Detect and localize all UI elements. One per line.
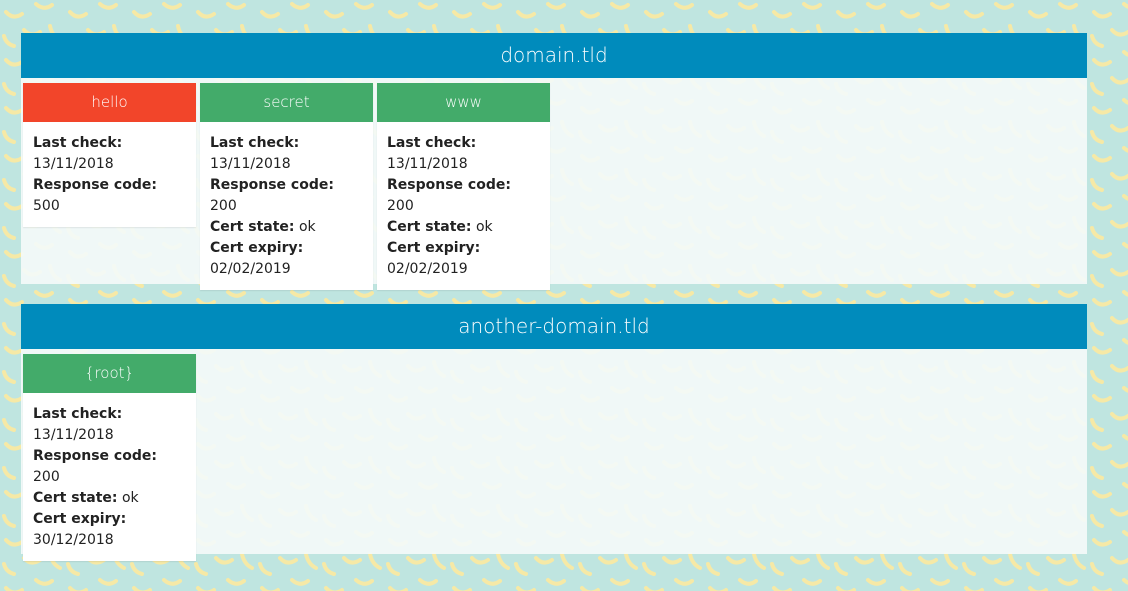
response-code-value: 200 — [33, 469, 60, 485]
subdomain-name: hello — [23, 83, 196, 122]
subdomain-card-root[interactable]: {root} Last check: 13/11/2018 Response c… — [23, 354, 196, 561]
subdomain-name: www — [377, 83, 550, 122]
last-check-label: Last check: — [210, 135, 300, 151]
last-check-value: 13/11/2018 — [387, 156, 468, 172]
cert-state-label: Cert state: — [33, 490, 118, 506]
last-check-value: 13/11/2018 — [210, 156, 291, 172]
cert-expiry-value: 02/02/2019 — [210, 261, 291, 277]
cert-state-value: ok — [121, 490, 139, 506]
response-code-label: Response code: — [33, 448, 157, 464]
last-check-label: Last check: — [387, 135, 477, 151]
response-code-value: 200 — [387, 198, 414, 214]
domain-title: domain.tld — [21, 33, 1087, 78]
subdomain-card-secret[interactable]: secret Last check: 13/11/2018 Response c… — [200, 83, 373, 290]
response-code-value: 500 — [33, 198, 60, 214]
subdomain-details: Last check: 13/11/2018 Response code: 20… — [200, 122, 373, 290]
cert-state-value: ok — [475, 219, 493, 235]
last-check-value: 13/11/2018 — [33, 427, 114, 443]
subdomain-card-www[interactable]: www Last check: 13/11/2018 Response code… — [377, 83, 550, 290]
subdomain-details: Last check: 13/11/2018 Response code: 20… — [377, 122, 550, 290]
last-check-label: Last check: — [33, 406, 123, 422]
domain-section: domain.tld hello Last check: 13/11/2018 … — [21, 33, 1087, 290]
subdomain-cards: hello Last check: 13/11/2018 Response co… — [21, 78, 1087, 290]
response-code-label: Response code: — [210, 177, 334, 193]
response-code-value: 200 — [210, 198, 237, 214]
cert-expiry-label: Cert expiry: — [387, 240, 481, 256]
cert-state-label: Cert state: — [210, 219, 295, 235]
subdomain-card-hello[interactable]: hello Last check: 13/11/2018 Response co… — [23, 83, 196, 227]
cert-expiry-value: 02/02/2019 — [387, 261, 468, 277]
subdomain-name: secret — [200, 83, 373, 122]
cert-expiry-label: Cert expiry: — [210, 240, 304, 256]
last-check-label: Last check: — [33, 135, 123, 151]
cert-expiry-value: 30/12/2018 — [33, 532, 114, 548]
response-code-label: Response code: — [387, 177, 511, 193]
subdomain-name: {root} — [23, 354, 196, 393]
subdomain-details: Last check: 13/11/2018 Response code: 20… — [23, 393, 196, 561]
cert-expiry-label: Cert expiry: — [33, 511, 127, 527]
cert-state-value: ok — [298, 219, 316, 235]
subdomain-details: Last check: 13/11/2018 Response code: 50… — [23, 122, 196, 227]
subdomain-cards: {root} Last check: 13/11/2018 Response c… — [21, 349, 1087, 561]
last-check-value: 13/11/2018 — [33, 156, 114, 172]
response-code-label: Response code: — [33, 177, 157, 193]
cert-state-label: Cert state: — [387, 219, 472, 235]
domain-title: another-domain.tld — [21, 304, 1087, 349]
domain-section: another-domain.tld {root} Last check: 13… — [21, 304, 1087, 561]
